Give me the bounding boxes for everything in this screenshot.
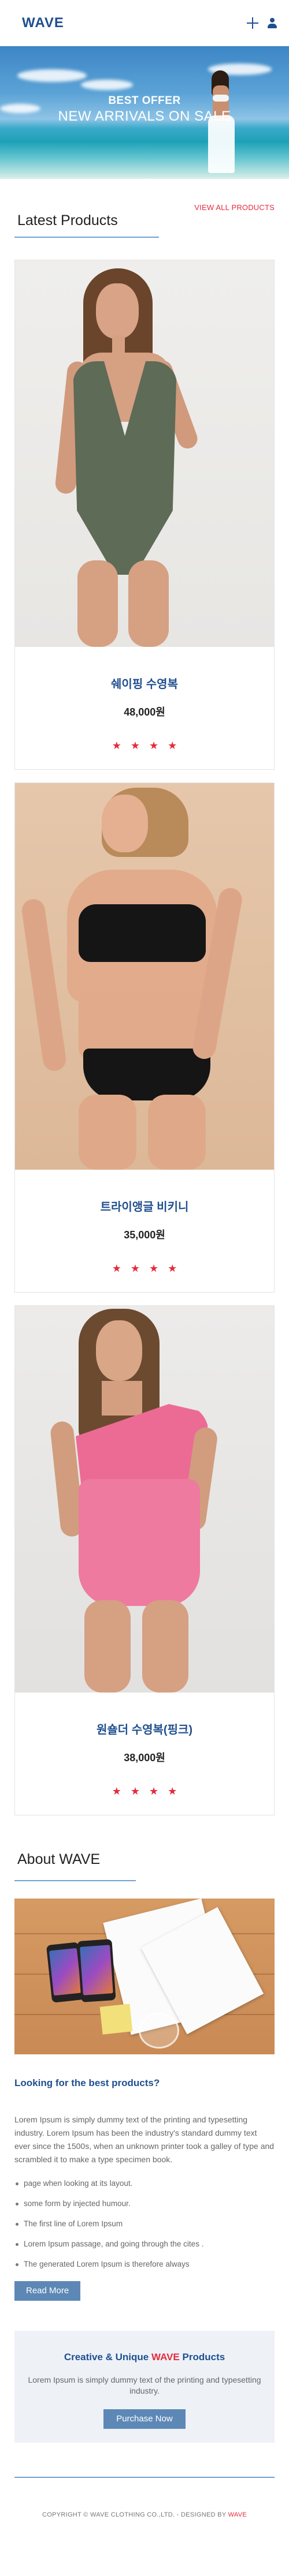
product-price: 48,000원 [124,706,165,718]
star-icon: ★ [112,740,121,751]
star-icon: ★ [168,1263,177,1274]
product-name[interactable]: 쉐이핑 수영복 [15,675,274,691]
list-item: page when looking at its layout. [14,2178,275,2189]
about-section: Looking for the best products? Lorem Ips… [0,1899,289,2301]
product-image[interactable] [15,260,274,647]
product-info: 쉐이핑 수영복 48,000원 ★ ★ ★ ★ [15,647,274,769]
rating-stars: ★ ★ ★ ★ [15,1785,274,1798]
plus-icon[interactable] [246,17,259,29]
cta-box: Creative & Unique WAVE Products Lorem Ip… [14,2331,275,2443]
product-name[interactable]: 트라이앵글 비키니 [15,1197,274,1214]
hero-banner[interactable]: BEST OFFER NEW ARRIVALS ON SALE [0,46,289,179]
list-item: some form by injected humour. [14,2198,275,2210]
cta-title-prefix: Creative & Unique [64,2352,151,2362]
product-list: 쉐이핑 수영복 48,000원 ★ ★ ★ ★ 트라이앵글 비키니 35,000… [0,248,289,1815]
star-icon: ★ [130,1785,140,1797]
hero-subtitle: BEST OFFER [108,95,181,107]
star-icon: ★ [168,1785,177,1797]
product-image[interactable] [15,1306,274,1693]
star-icon: ★ [168,740,177,751]
cta-title-suffix: Products [179,2352,225,2362]
list-item: The first line of Lorem Ipsum [14,2218,275,2230]
title-underline [14,1880,136,1881]
logo[interactable]: WAVE [22,15,64,31]
about-list: page when looking at its layout. some fo… [14,2178,275,2270]
list-item: Lorem Ipsum passage, and going through t… [14,2238,275,2250]
rating-stars: ★ ★ ★ ★ [15,1263,274,1275]
rating-stars: ★ ★ ★ ★ [15,740,274,752]
star-icon: ★ [149,1263,159,1274]
latest-products-header: Latest Products VIEW ALL PRODUCTS [0,179,289,248]
star-icon: ★ [130,1263,140,1274]
star-icon: ★ [149,1785,159,1797]
designer-link[interactable]: WAVE [228,2511,247,2518]
cta-title-accent: WAVE [151,2352,180,2362]
product-info: 원숄더 수영복(핑크) 38,000원 ★ ★ ★ ★ [15,1693,274,1815]
product-info: 트라이앵글 비키니 35,000원 ★ ★ ★ ★ [15,1170,274,1292]
view-all-products-link[interactable]: VIEW ALL PRODUCTS [194,203,275,212]
purchase-now-button[interactable]: Purchase Now [103,2409,186,2429]
product-name[interactable]: 원숄더 수영복(핑크) [15,1720,274,1737]
product-price: 35,000원 [124,1229,165,1241]
title-underline [14,237,159,238]
cloud [17,69,87,82]
cta-text: Lorem Ipsum is simply dummy text of the … [28,2375,261,2395]
cloud [81,80,133,90]
product-image[interactable] [15,783,274,1170]
star-icon: ★ [130,740,140,751]
about-question: Looking for the best products? [14,2077,160,2088]
about-image [14,1899,275,2054]
list-item: The generated Lorem Ipsum is therefore a… [14,2259,275,2270]
site-header: WAVE [0,0,289,46]
star-icon: ★ [112,1263,121,1274]
cta-title: Creative & Unique WAVE Products [14,2352,275,2363]
about-text: Lorem Ipsum is simply dummy text of the … [14,2115,275,2164]
hero-text: BEST OFFER NEW ARRIVALS ON SALE [0,95,289,125]
star-icon: ★ [112,1785,121,1797]
product-card[interactable]: 트라이앵글 비키니 35,000원 ★ ★ ★ ★ [14,782,275,1293]
hero-model-image [202,70,243,179]
product-card[interactable]: 원숄더 수영복(핑크) 38,000원 ★ ★ ★ ★ [14,1305,275,1815]
read-more-button[interactable]: Read More [14,2281,81,2301]
product-card[interactable]: 쉐이핑 수영복 48,000원 ★ ★ ★ ★ [14,260,275,770]
star-icon: ★ [149,740,159,751]
hero-title: NEW ARRIVALS ON SALE [58,108,231,124]
section-title: About WAVE [17,1851,101,1867]
site-footer: COPYRIGHT © WAVE CLOTHING CO.,LTD. - DES… [0,2478,289,2539]
copyright-text: COPYRIGHT © WAVE CLOTHING CO.,LTD. - DES… [42,2511,228,2518]
about-header: About WAVE [0,1828,289,1899]
product-price: 38,000원 [124,1752,165,1763]
user-icon[interactable] [267,17,277,29]
header-icons [246,17,277,29]
section-title: Latest Products [17,212,118,229]
